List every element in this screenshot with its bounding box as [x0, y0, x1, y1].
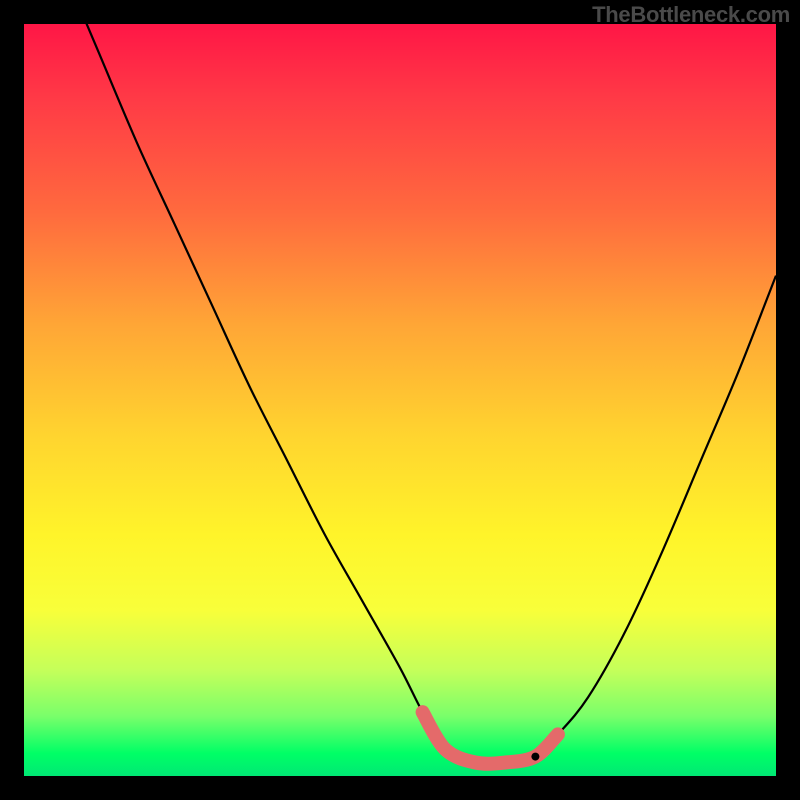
plot-area — [24, 24, 776, 776]
chart-frame: TheBottleneck.com — [0, 0, 800, 800]
watermark: TheBottleneck.com — [592, 2, 790, 28]
